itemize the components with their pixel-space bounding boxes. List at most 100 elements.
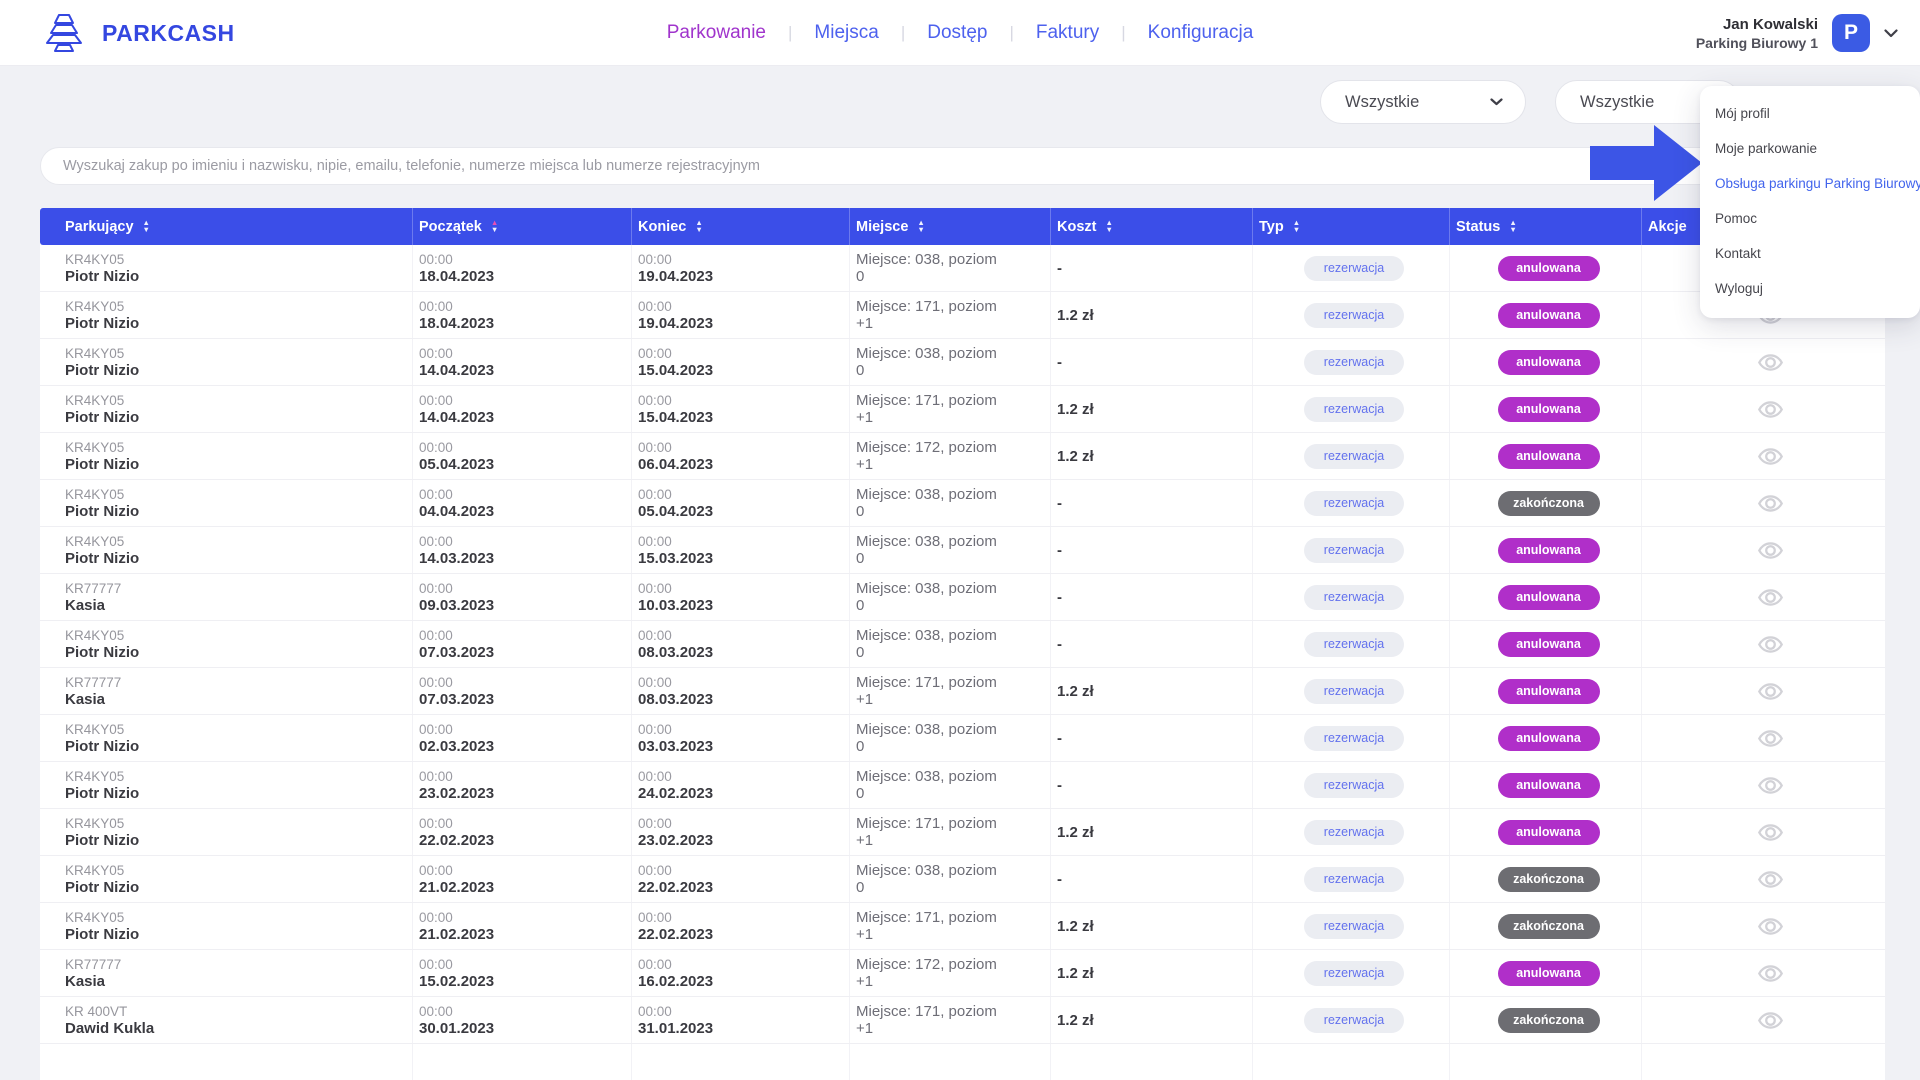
col-header-parkujacy[interactable]: Parkujący▲▼ bbox=[40, 208, 413, 245]
end-date: 16.02.2023 bbox=[638, 973, 849, 990]
table-row: KR4KY05Piotr Nizio00:0018.04.202300:0019… bbox=[40, 245, 1885, 292]
view-action-button[interactable] bbox=[1757, 396, 1784, 423]
view-action-button[interactable] bbox=[1757, 725, 1784, 752]
menu-item-obsluga-parkingu[interactable]: Obsługa parkingu Parking Biurowy 1 bbox=[1700, 166, 1920, 201]
cell-poczatek: 00:0002.03.2023 bbox=[413, 715, 632, 761]
end-time: 00:00 bbox=[638, 863, 849, 878]
start-date: 18.04.2023 bbox=[419, 268, 631, 285]
end-date: 03.03.2023 bbox=[638, 738, 849, 755]
view-action-button[interactable] bbox=[1757, 772, 1784, 799]
eye-icon bbox=[1757, 396, 1784, 423]
view-action-button[interactable] bbox=[1757, 537, 1784, 564]
vehicle-plate: KR4KY05 bbox=[65, 252, 412, 267]
view-action-button[interactable] bbox=[1757, 913, 1784, 940]
status-badge: anulowana bbox=[1498, 256, 1600, 281]
parking-spot: Miejsce: 038, poziom 0 bbox=[856, 768, 1002, 802]
cell-typ: rezerwacja bbox=[1253, 903, 1450, 949]
status-badge: zakończona bbox=[1498, 1008, 1600, 1033]
cell-koniec: 00:0016.02.2023 bbox=[632, 950, 850, 996]
parking-spot: Miejsce: 038, poziom 0 bbox=[856, 721, 1002, 755]
col-header-status[interactable]: Status▲▼ bbox=[1450, 208, 1642, 245]
nav-parkowanie[interactable]: Parkowanie bbox=[667, 22, 766, 44]
cell-akcje bbox=[1642, 480, 1885, 526]
cell-typ: rezerwacja bbox=[1253, 433, 1450, 479]
type-badge: rezerwacja bbox=[1304, 961, 1404, 986]
start-date: 18.04.2023 bbox=[419, 315, 631, 332]
nav-separator: | bbox=[1121, 23, 1125, 43]
nav-faktury[interactable]: Faktury bbox=[1036, 22, 1099, 44]
cell-typ: rezerwacja bbox=[1253, 715, 1450, 761]
view-action-button[interactable] bbox=[1757, 443, 1784, 470]
menu-item-pomoc[interactable]: Pomoc bbox=[1700, 201, 1920, 236]
end-date: 22.02.2023 bbox=[638, 926, 849, 943]
view-action-button[interactable] bbox=[1757, 490, 1784, 517]
end-date: 15.04.2023 bbox=[638, 409, 849, 426]
view-action-button[interactable] bbox=[1757, 960, 1784, 987]
col-header-typ[interactable]: Typ▲▼ bbox=[1253, 208, 1450, 245]
sort-icon: ▲▼ bbox=[491, 220, 498, 233]
cell-parkujacy: KR4KY05Piotr Nizio bbox=[40, 339, 413, 385]
col-header-koszt[interactable]: Koszt▲▼ bbox=[1051, 208, 1253, 245]
nav-miejsca[interactable]: Miejsca bbox=[814, 22, 878, 44]
parkcash-logo-icon bbox=[38, 10, 90, 56]
end-time: 00:00 bbox=[638, 346, 849, 361]
menu-item-wyloguj[interactable]: Wyloguj bbox=[1700, 271, 1920, 306]
view-action-button[interactable] bbox=[1757, 349, 1784, 376]
eye-icon bbox=[1757, 584, 1784, 611]
type-badge: rezerwacja bbox=[1304, 1008, 1404, 1033]
cell-status: anulowana bbox=[1450, 668, 1642, 714]
start-time: 00:00 bbox=[419, 769, 631, 784]
end-date: 19.04.2023 bbox=[638, 315, 849, 332]
view-action-button[interactable] bbox=[1757, 1007, 1784, 1034]
menu-item-moje-parkowanie[interactable]: Moje parkowanie bbox=[1700, 131, 1920, 166]
filler-cell bbox=[1450, 1044, 1642, 1080]
start-date: 23.02.2023 bbox=[419, 785, 631, 802]
cost-value: - bbox=[1057, 636, 1252, 653]
cost-value: - bbox=[1057, 542, 1252, 559]
cost-value: - bbox=[1057, 495, 1252, 512]
user-menu-trigger[interactable]: Jan Kowalski Parking Biurowy 1 P bbox=[1696, 0, 1898, 66]
cell-typ: rezerwacja bbox=[1253, 762, 1450, 808]
status-badge: anulowana bbox=[1498, 679, 1600, 704]
start-date: 09.03.2023 bbox=[419, 597, 631, 614]
menu-item-moj-profil[interactable]: Mój profil bbox=[1700, 96, 1920, 131]
end-time: 00:00 bbox=[638, 440, 849, 455]
filter-dropdown-1[interactable]: Wszystkie bbox=[1320, 80, 1526, 124]
col-header-koniec[interactable]: Koniec▲▼ bbox=[632, 208, 850, 245]
cell-status: anulowana bbox=[1450, 433, 1642, 479]
nav-konfiguracja[interactable]: Konfiguracja bbox=[1148, 22, 1254, 44]
cell-poczatek: 00:0014.04.2023 bbox=[413, 339, 632, 385]
menu-item-kontakt[interactable]: Kontakt bbox=[1700, 236, 1920, 271]
cost-value: - bbox=[1057, 871, 1252, 888]
cell-akcje bbox=[1642, 574, 1885, 620]
table-row: KR77777Kasia00:0015.02.202300:0016.02.20… bbox=[40, 950, 1885, 997]
end-time: 00:00 bbox=[638, 299, 849, 314]
end-date: 15.04.2023 bbox=[638, 362, 849, 379]
cost-value: - bbox=[1057, 354, 1252, 371]
cell-koniec: 00:0022.02.2023 bbox=[632, 903, 850, 949]
view-action-button[interactable] bbox=[1757, 584, 1784, 611]
cell-koszt: 1.2 zł bbox=[1051, 903, 1253, 949]
cell-miejsce: Miejsce: 038, poziom 0 bbox=[850, 245, 1051, 291]
table-row: KR4KY05Piotr Nizio00:0023.02.202300:0024… bbox=[40, 762, 1885, 809]
col-label: Koszt bbox=[1057, 219, 1096, 235]
col-header-miejsce[interactable]: Miejsce▲▼ bbox=[850, 208, 1051, 245]
end-time: 00:00 bbox=[638, 769, 849, 784]
cell-miejsce: Miejsce: 171, poziom +1 bbox=[850, 668, 1051, 714]
view-action-button[interactable] bbox=[1757, 819, 1784, 846]
filler-cell bbox=[850, 1044, 1051, 1080]
cell-parkujacy: KR4KY05Piotr Nizio bbox=[40, 715, 413, 761]
nav-separator: | bbox=[1009, 23, 1013, 43]
eye-icon bbox=[1757, 866, 1784, 893]
view-action-button[interactable] bbox=[1757, 678, 1784, 705]
brand-logo[interactable]: PARKCASH bbox=[38, 0, 235, 66]
cell-poczatek: 00:0007.03.2023 bbox=[413, 621, 632, 667]
vehicle-plate: KR77777 bbox=[65, 957, 412, 972]
col-header-poczatek[interactable]: Początek▲▼ bbox=[413, 208, 632, 245]
nav-dostep[interactable]: Dostęp bbox=[927, 22, 987, 44]
type-badge: rezerwacja bbox=[1304, 867, 1404, 892]
view-action-button[interactable] bbox=[1757, 866, 1784, 893]
type-badge: rezerwacja bbox=[1304, 256, 1404, 281]
view-action-button[interactable] bbox=[1757, 631, 1784, 658]
start-time: 00:00 bbox=[419, 299, 631, 314]
